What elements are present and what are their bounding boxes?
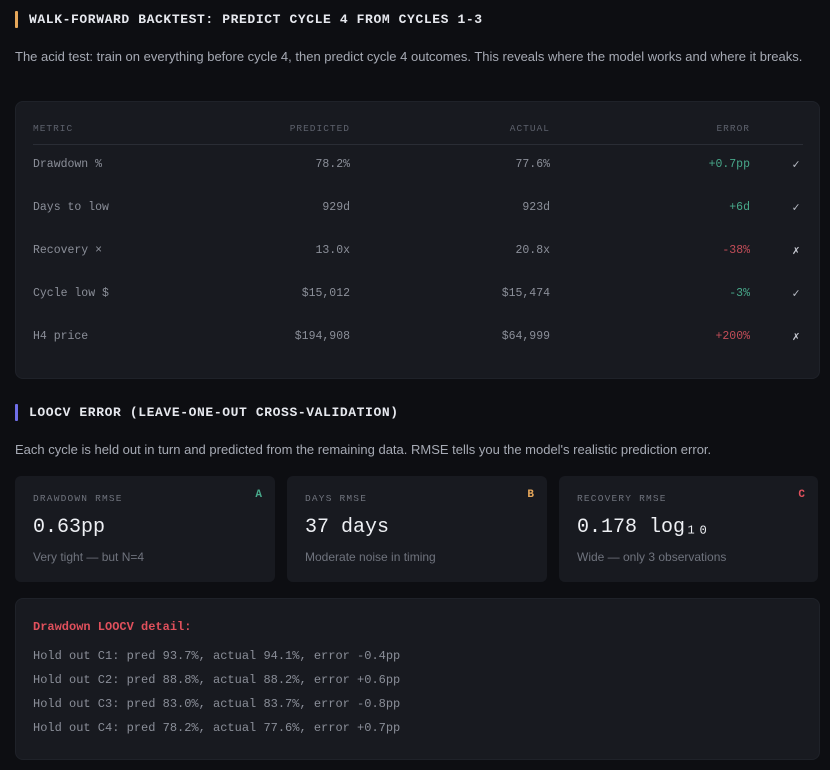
error-cell: -38% (722, 244, 750, 257)
actual-cell: $15,474 (501, 287, 550, 300)
rmse-card-days: DAYS RMSE B 37 days Moderate noise in ti… (287, 476, 547, 582)
rmse-note: Moderate noise in timing (305, 550, 436, 564)
loocv-detail-title: Drawdown LOOCV detail: (33, 620, 192, 634)
rmse-value: 0.178 log₁₀ (577, 516, 710, 539)
loocv-header: LOOCV ERROR (LEAVE-ONE-OUT CROSS-VALIDAT… (15, 404, 399, 421)
loocv-detail-line: Hold out C3: pred 83.0%, actual 83.7%, e… (33, 697, 401, 711)
error-cell: +6d (729, 201, 750, 214)
actual-cell: 77.6% (515, 158, 550, 171)
rmse-value: 0.63pp (33, 516, 106, 539)
backtest-table: METRIC PREDICTED ACTUAL ERROR Drawdown %… (33, 114, 803, 361)
loocv-detail-line: Hold out C1: pred 93.7%, actual 94.1%, e… (33, 649, 401, 663)
metric-cell: H4 price (33, 330, 89, 343)
walk-forward-header: WALK-FORWARD BACKTEST: PREDICT CYCLE 4 F… (15, 11, 483, 28)
metric-cell: Cycle low $ (33, 287, 109, 300)
metric-cell: Days to low (33, 201, 109, 214)
predicted-cell: 78.2% (315, 158, 350, 171)
column-header-predicted: PREDICTED (289, 123, 350, 134)
table-row: Cycle low $ $15,012 $15,474 -3% ✓ (33, 275, 803, 318)
cross-icon: ✗ (792, 244, 800, 258)
actual-cell: $64,999 (501, 330, 550, 343)
rmse-value: 37 days (305, 516, 390, 539)
error-cell: +0.7pp (708, 158, 750, 171)
actual-cell: 923d (522, 201, 550, 214)
predicted-cell: $15,012 (301, 287, 350, 300)
rmse-note: Wide — only 3 observations (577, 550, 727, 564)
predicted-cell: 929d (322, 201, 350, 214)
loocv-description: Each cycle is held out in turn and predi… (15, 442, 712, 457)
grade-badge: B (527, 489, 534, 501)
table-row: H4 price $194,908 $64,999 +200% ✗ (33, 318, 803, 361)
predicted-cell: 13.0x (315, 244, 350, 257)
rmse-card-drawdown: DRAWDOWN RMSE A 0.63pp Very tight — but … (15, 476, 275, 582)
rmse-card-label: DAYS RMSE (305, 493, 368, 504)
check-icon: ✓ (792, 201, 800, 215)
walk-forward-description: The acid test: train on everything befor… (15, 49, 803, 64)
predicted-cell: $194,908 (294, 330, 350, 343)
error-cell: +200% (715, 330, 750, 343)
error-cell: -3% (729, 287, 750, 300)
column-header-error: ERROR (716, 123, 750, 134)
metric-cell: Recovery × (33, 244, 103, 257)
section-accent-bar (15, 404, 18, 421)
rmse-note: Very tight — but N=4 (33, 550, 145, 564)
table-row: Drawdown % 78.2% 77.6% +0.7pp ✓ (33, 146, 803, 189)
metric-cell: Drawdown % (33, 158, 103, 171)
table-row: Days to low 929d 923d +6d ✓ (33, 189, 803, 232)
table-row: Recovery × 13.0x 20.8x -38% ✗ (33, 232, 803, 275)
rmse-card-label: DRAWDOWN RMSE (33, 493, 123, 504)
walk-forward-title: WALK-FORWARD BACKTEST: PREDICT CYCLE 4 F… (29, 12, 483, 27)
check-icon: ✓ (792, 287, 800, 301)
grade-badge: C (798, 489, 805, 501)
grade-badge: A (255, 489, 262, 501)
rmse-card-label: RECOVERY RMSE (577, 493, 667, 504)
cross-icon: ✗ (792, 330, 800, 344)
column-header-metric: METRIC (33, 123, 74, 134)
loocv-detail-line: Hold out C2: pred 88.8%, actual 88.2%, e… (33, 673, 401, 687)
actual-cell: 20.8x (515, 244, 550, 257)
loocv-detail-line: Hold out C4: pred 78.2%, actual 77.6%, e… (33, 721, 401, 735)
loocv-title: LOOCV ERROR (LEAVE-ONE-OUT CROSS-VALIDAT… (29, 405, 399, 420)
column-header-actual: ACTUAL (509, 123, 550, 134)
check-icon: ✓ (792, 158, 800, 172)
rmse-card-recovery: RECOVERY RMSE C 0.178 log₁₀ Wide — only … (559, 476, 818, 582)
section-accent-bar (15, 11, 18, 28)
table-header-row: METRIC PREDICTED ACTUAL ERROR (33, 114, 803, 145)
